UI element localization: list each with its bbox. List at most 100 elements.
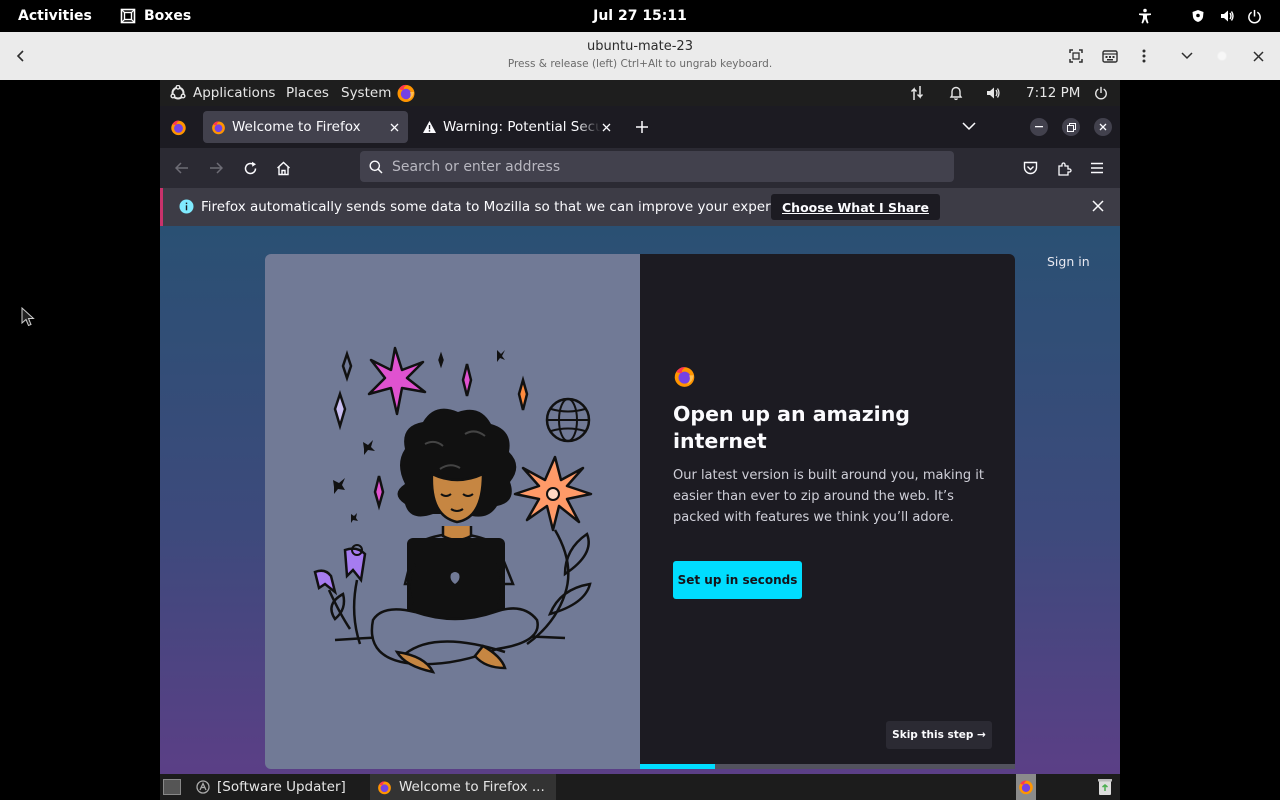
tab-welcome[interactable]: Welcome to Firefox (203, 111, 408, 143)
mate-top-panel: Applications Places System 7:12 PM (160, 80, 1120, 106)
reload-icon (244, 161, 256, 174)
workspace-switcher[interactable] (1016, 774, 1036, 800)
data-collection-notification: Firefox automatically sends some data to… (160, 188, 1120, 226)
firefox-launcher-icon[interactable] (396, 80, 416, 106)
pocket-button[interactable] (1015, 154, 1045, 182)
close-window-button[interactable] (1244, 42, 1272, 70)
ubuntu-mate-logo-icon (170, 85, 186, 101)
url-bar-placeholder: Search or enter address (392, 158, 561, 175)
accessibility-icon[interactable] (1137, 0, 1153, 32)
window-restore-button[interactable] (1062, 118, 1080, 136)
keyboard-shortcuts-button[interactable] (1096, 42, 1124, 70)
forward-button[interactable] (201, 154, 231, 182)
gnome-top-bar: Activities Boxes Jul 27 15:11 (0, 0, 1280, 32)
tab-close-button[interactable] (598, 119, 614, 135)
arrow-right-icon (210, 162, 223, 174)
notification-close-button[interactable] (1092, 200, 1104, 212)
activities-button[interactable]: Activities (18, 0, 92, 32)
plus-icon (636, 121, 648, 133)
tab-warning[interactable]: Warning: Potential Securi (413, 111, 620, 143)
choose-what-i-share-button[interactable]: Choose What I Share (771, 194, 940, 220)
fullscreen-button[interactable] (1062, 42, 1090, 70)
restore-icon (1066, 122, 1076, 132)
taskbar-item-label: Welcome to Firefox ... (399, 779, 545, 795)
warning-icon (422, 120, 437, 134)
minimize-icon (1035, 126, 1043, 128)
keyboard-icon (1102, 50, 1118, 63)
close-icon (390, 123, 398, 131)
show-desktop-button[interactable] (162, 774, 182, 800)
power-icon[interactable] (1094, 80, 1108, 106)
firefox-logo-icon (673, 365, 696, 388)
applications-label: Applications (193, 85, 276, 101)
list-all-tabs-button[interactable] (962, 122, 976, 131)
search-icon (369, 160, 383, 174)
close-icon (1092, 200, 1104, 212)
reload-button[interactable] (235, 154, 265, 182)
welcome-heading: Open up an amazing internet (673, 402, 910, 453)
maximize-icon (1217, 51, 1227, 61)
firefox-view-icon[interactable] (170, 119, 187, 136)
sign-in-link[interactable]: Sign in (1047, 254, 1090, 269)
clock[interactable]: 7:12 PM (1026, 80, 1080, 106)
window-minimize-button[interactable] (1030, 118, 1048, 136)
vm-display[interactable]: Applications Places System 7:12 PM Welco… (160, 80, 1120, 800)
firefox-icon (377, 780, 392, 795)
extensions-button[interactable] (1049, 154, 1079, 182)
menu-places[interactable]: Places (286, 80, 329, 106)
tab-label: Welcome to Firefox (232, 119, 361, 135)
set-up-in-seconds-button[interactable]: Set up in seconds (673, 561, 802, 599)
back-button[interactable] (167, 154, 197, 182)
close-icon (1099, 123, 1107, 131)
volume-icon[interactable] (985, 80, 1001, 106)
mouse-pointer-icon (21, 307, 35, 327)
skip-step-button[interactable]: Skip this step → (886, 721, 992, 749)
home-button[interactable] (268, 154, 298, 182)
tab-label: Warning: Potential Securi (443, 119, 601, 135)
taskbar-item-label: [Software Updater] (217, 779, 346, 795)
clock-label: Jul 27 15:11 (593, 8, 687, 24)
show-desktop-icon (163, 779, 181, 795)
chevron-down-icon (962, 122, 976, 131)
system-label: System (341, 85, 392, 101)
activities-label: Activities (18, 8, 92, 24)
trash-icon[interactable] (1097, 774, 1113, 800)
tab-close-button[interactable] (386, 119, 402, 135)
notification-message: Firefox automatically sends some data to… (201, 199, 812, 215)
vpn-shield-icon[interactable] (1191, 0, 1205, 32)
close-icon (602, 123, 610, 131)
arrow-left-icon (175, 162, 188, 174)
puzzle-icon (1057, 161, 1072, 176)
notifications-bell-icon[interactable] (949, 80, 963, 106)
boxes-header-bar: ubuntu-mate-23 Press & release (left) Ct… (0, 32, 1280, 80)
minimize-button[interactable] (1173, 42, 1201, 70)
menu-system[interactable]: System (341, 80, 391, 106)
power-icon[interactable] (1247, 0, 1262, 32)
boxes-icon (120, 8, 136, 24)
clock-label: 7:12 PM (1026, 85, 1081, 101)
app-menu-button[interactable] (1082, 154, 1112, 182)
network-icon[interactable] (910, 80, 924, 106)
new-tab-button[interactable] (635, 120, 649, 134)
pocket-icon (1023, 161, 1037, 175)
taskbar-item-firefox[interactable]: Welcome to Firefox ... (370, 774, 556, 800)
firefox-tab-strip: Welcome to Firefox Warning: Potential Se… (160, 106, 1120, 148)
url-bar[interactable]: Search or enter address (360, 151, 954, 182)
window-close-button[interactable] (1094, 118, 1112, 136)
firefox-icon (1019, 780, 1033, 795)
navigation-toolbar: Search or enter address (160, 148, 1120, 188)
welcome-page: Sign in Open up an amazing internet Our … (160, 226, 1120, 774)
chevron-down-icon (1181, 52, 1193, 60)
volume-icon[interactable] (1219, 0, 1235, 32)
software-updater-icon (196, 780, 210, 794)
welcome-body-text: Our latest version is built around you, … (673, 468, 984, 525)
taskbar-item-software-updater[interactable]: [Software Updater] (190, 774, 368, 800)
person-with-laptop-illustration (313, 346, 593, 674)
app-name-label: Boxes (144, 8, 192, 24)
clock[interactable]: Jul 27 15:11 (560, 0, 720, 32)
maximize-button[interactable] (1208, 42, 1236, 70)
menu-applications[interactable]: Applications (170, 80, 275, 106)
menu-button[interactable] (1130, 42, 1158, 70)
app-menu-boxes[interactable]: Boxes (120, 0, 191, 32)
welcome-content-panel: Open up an amazing internet Our latest v… (640, 254, 1015, 769)
